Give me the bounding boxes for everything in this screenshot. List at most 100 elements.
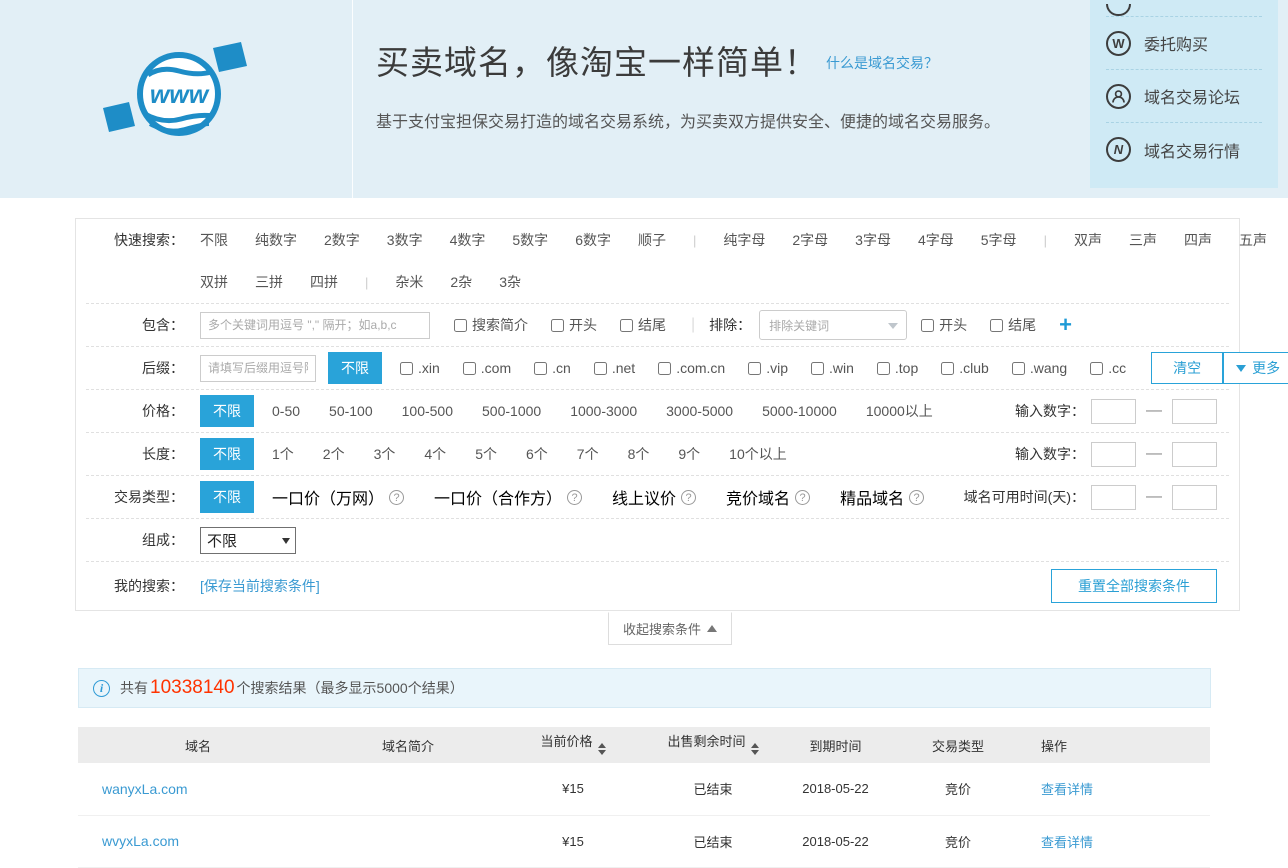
exclude-option-checkbox[interactable] xyxy=(990,319,1003,332)
suffix-input[interactable] xyxy=(200,355,316,382)
trade-type-option[interactable]: 线上议价? xyxy=(612,485,696,509)
suffix-option-checkbox[interactable] xyxy=(400,362,413,375)
trade-type-option[interactable]: 一口价（合作方）? xyxy=(434,485,582,509)
quick-filter-option[interactable]: 2杂 xyxy=(450,272,472,292)
trade-type-option[interactable]: 一口价（万网）? xyxy=(272,485,404,509)
quick-filter-option[interactable]: 纯数字 xyxy=(255,230,297,250)
include-option[interactable]: 开头 xyxy=(551,315,597,335)
quick-filter-option[interactable]: 不限 xyxy=(200,230,228,250)
exclude-option-checkbox[interactable] xyxy=(921,319,934,332)
sidebar-item[interactable]: 域名交易论坛 xyxy=(1106,70,1262,123)
exclude-option[interactable]: 结尾 xyxy=(990,315,1036,335)
compose-select[interactable]: 不限 xyxy=(200,527,296,554)
quick-filter-option[interactable]: 双声 xyxy=(1074,230,1102,250)
quick-filter-option[interactable]: 四拼 xyxy=(310,272,338,292)
length-option[interactable]: 1个 xyxy=(272,444,294,464)
suffix-option[interactable]: .cc xyxy=(1090,360,1126,376)
quick-filter-option[interactable]: 三声 xyxy=(1129,230,1157,250)
quick-filter-option[interactable]: 2字母 xyxy=(792,230,828,250)
length-option[interactable]: 5个 xyxy=(475,444,497,464)
reset-all-filters-button[interactable]: 重置全部搜索条件 xyxy=(1051,569,1217,603)
domain-link[interactable]: wanyxLa.com xyxy=(102,781,188,797)
suffix-option[interactable]: .com.cn xyxy=(658,360,725,376)
sidebar-item-partial[interactable] xyxy=(1106,0,1262,17)
quick-filter-option[interactable]: 4字母 xyxy=(918,230,954,250)
include-option-checkbox[interactable] xyxy=(620,319,633,332)
collapse-search-button[interactable]: 收起搜索条件 xyxy=(608,612,732,645)
suffix-option[interactable]: .net xyxy=(594,360,635,376)
include-option[interactable]: 结尾 xyxy=(620,315,666,335)
suffix-option-checkbox[interactable] xyxy=(463,362,476,375)
price-option[interactable]: 1000-3000 xyxy=(570,403,637,419)
suffix-option[interactable]: .com xyxy=(463,360,511,376)
price-option[interactable]: 50-100 xyxy=(329,403,373,419)
table-header-cell[interactable]: 当前价格 xyxy=(498,727,648,763)
suffix-option[interactable]: .wang xyxy=(1012,360,1067,376)
length-max-input[interactable] xyxy=(1172,442,1217,467)
trade-type-option[interactable]: 精品域名? xyxy=(840,485,924,509)
what-is-domain-trade-link[interactable]: 什么是域名交易？ xyxy=(826,55,938,71)
help-icon[interactable]: ? xyxy=(389,490,404,505)
quick-filter-option[interactable]: 5字母 xyxy=(981,230,1017,250)
table-header-cell[interactable]: 出售剩余时间 xyxy=(648,727,778,763)
suffix-option-checkbox[interactable] xyxy=(748,362,761,375)
quick-filter-option[interactable]: 6数字 xyxy=(575,230,611,250)
suffix-option-unlimited[interactable]: 不限 xyxy=(328,352,382,384)
price-max-input[interactable] xyxy=(1172,399,1217,424)
view-detail-link[interactable]: 查看详情 xyxy=(1041,782,1093,797)
include-option-checkbox[interactable] xyxy=(551,319,564,332)
sidebar-item[interactable]: W委托购买 xyxy=(1106,17,1262,70)
suffix-option[interactable]: .top xyxy=(877,360,918,376)
quick-filter-option[interactable]: 2数字 xyxy=(324,230,360,250)
length-option[interactable]: 8个 xyxy=(628,444,650,464)
quick-filter-option[interactable]: 3杂 xyxy=(499,272,521,292)
quick-filter-option[interactable]: 顺子 xyxy=(638,230,666,250)
length-option[interactable]: 2个 xyxy=(323,444,345,464)
suffix-option[interactable]: .club xyxy=(941,360,989,376)
quick-filter-option[interactable]: 四声 xyxy=(1184,230,1212,250)
suffix-option-checkbox[interactable] xyxy=(594,362,607,375)
suffix-option-checkbox[interactable] xyxy=(534,362,547,375)
quick-filter-option[interactable]: 3数字 xyxy=(387,230,423,250)
suffix-option[interactable]: .xin xyxy=(400,360,440,376)
days-min-input[interactable] xyxy=(1091,485,1136,510)
quick-filter-option[interactable]: 5数字 xyxy=(512,230,548,250)
price-option-unlimited[interactable]: 不限 xyxy=(200,395,254,427)
length-option[interactable]: 4个 xyxy=(424,444,446,464)
price-option[interactable]: 5000-10000 xyxy=(762,403,837,419)
price-min-input[interactable] xyxy=(1091,399,1136,424)
add-condition-icon[interactable]: + xyxy=(1059,314,1072,336)
include-option-checkbox[interactable] xyxy=(454,319,467,332)
suffix-option[interactable]: .cn xyxy=(534,360,571,376)
include-keywords-input[interactable] xyxy=(200,312,430,339)
suffix-option-checkbox[interactable] xyxy=(1090,362,1103,375)
domain-link[interactable]: wvyxLa.com xyxy=(102,833,179,849)
suffix-option-checkbox[interactable] xyxy=(811,362,824,375)
exclude-keywords-select[interactable]: 排除关键词 xyxy=(759,310,907,340)
help-icon[interactable]: ? xyxy=(681,490,696,505)
length-option-unlimited[interactable]: 不限 xyxy=(200,438,254,470)
quick-filter-option[interactable]: 纯字母 xyxy=(723,230,765,250)
price-option[interactable]: 500-1000 xyxy=(482,403,541,419)
help-icon[interactable]: ? xyxy=(795,490,810,505)
view-detail-link[interactable]: 查看详情 xyxy=(1041,835,1093,850)
quick-filter-option[interactable]: 4数字 xyxy=(450,230,486,250)
suffix-option[interactable]: .vip xyxy=(748,360,788,376)
quick-filter-option[interactable]: 杂米 xyxy=(395,272,423,292)
quick-filter-option[interactable]: 3字母 xyxy=(855,230,891,250)
quick-filter-option[interactable]: 双拼 xyxy=(200,272,228,292)
quick-filter-option[interactable]: 三拼 xyxy=(255,272,283,292)
sort-icon[interactable] xyxy=(598,739,606,759)
price-option[interactable]: 3000-5000 xyxy=(666,403,733,419)
length-option[interactable]: 6个 xyxy=(526,444,548,464)
price-option[interactable]: 0-50 xyxy=(272,403,300,419)
trade-type-option-unlimited[interactable]: 不限 xyxy=(200,481,254,513)
save-search-link[interactable]: [保存当前搜索条件] xyxy=(200,576,320,596)
sidebar-item[interactable]: N域名交易行情 xyxy=(1106,123,1262,176)
length-option[interactable]: 10个以上 xyxy=(729,444,787,464)
help-icon[interactable]: ? xyxy=(567,490,582,505)
sort-icon[interactable] xyxy=(751,739,759,759)
length-option[interactable]: 7个 xyxy=(577,444,599,464)
include-option[interactable]: 搜索简介 xyxy=(454,315,528,335)
length-option[interactable]: 9个 xyxy=(678,444,700,464)
